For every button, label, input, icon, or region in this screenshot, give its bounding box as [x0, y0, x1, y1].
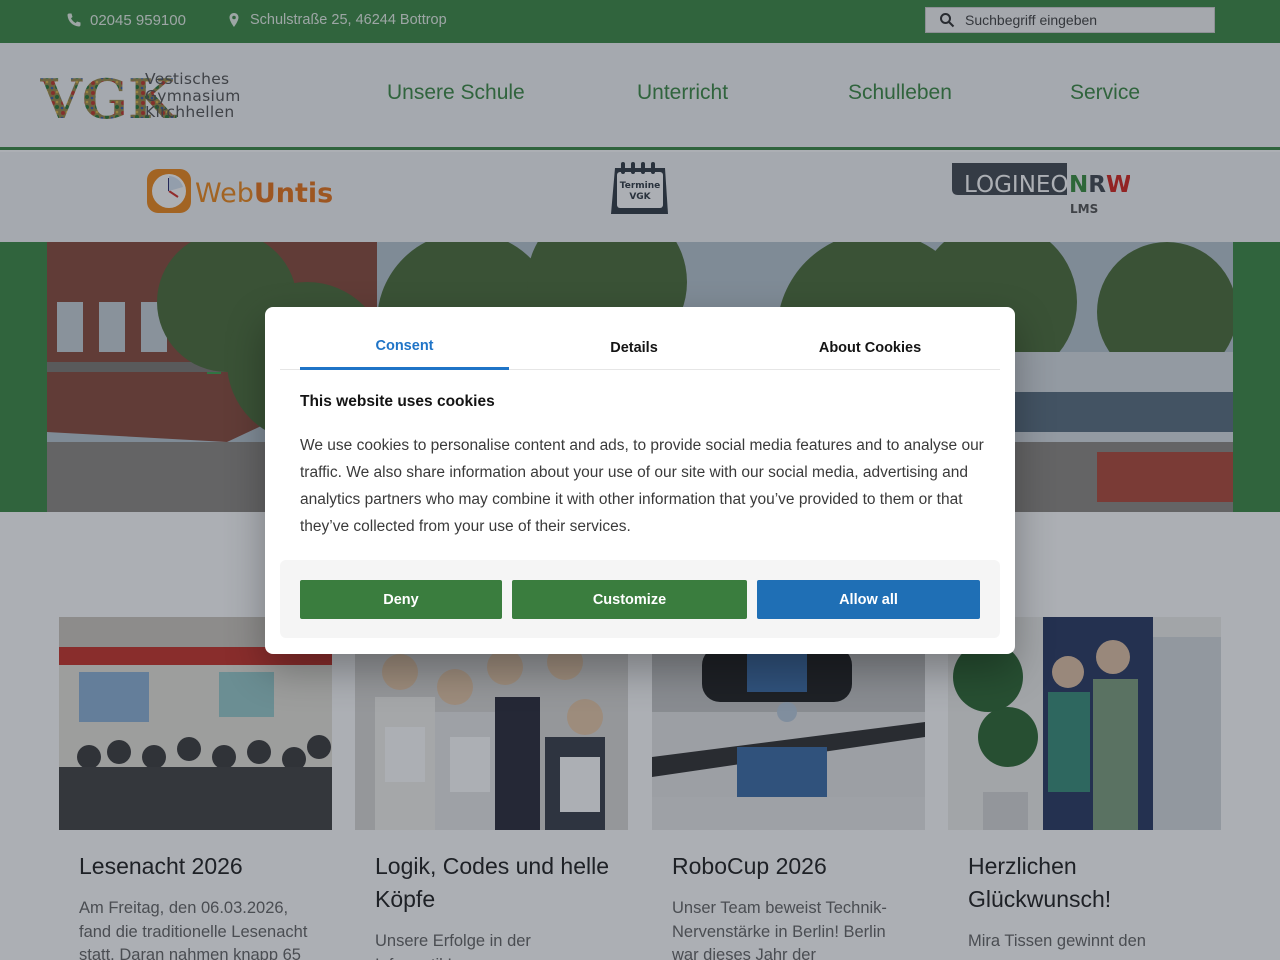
cookie-tabs: Consent Details About Cookies — [280, 325, 1000, 370]
cookie-dialog-body: We use cookies to personalise content an… — [300, 437, 984, 535]
cookie-button-area: Deny Customize Allow all — [280, 560, 1000, 638]
cookie-dialog-title: This website uses cookies — [300, 393, 495, 410]
deny-button[interactable]: Deny — [300, 580, 502, 619]
allow-all-button[interactable]: Allow all — [757, 580, 980, 619]
customize-button[interactable]: Customize — [512, 580, 747, 619]
tab-about-cookies[interactable]: About Cookies — [760, 325, 980, 370]
tab-consent[interactable]: Consent — [300, 325, 509, 370]
tab-details[interactable]: Details — [515, 325, 753, 370]
cookie-consent-dialog: Consent Details About Cookies This websi… — [265, 307, 1015, 654]
